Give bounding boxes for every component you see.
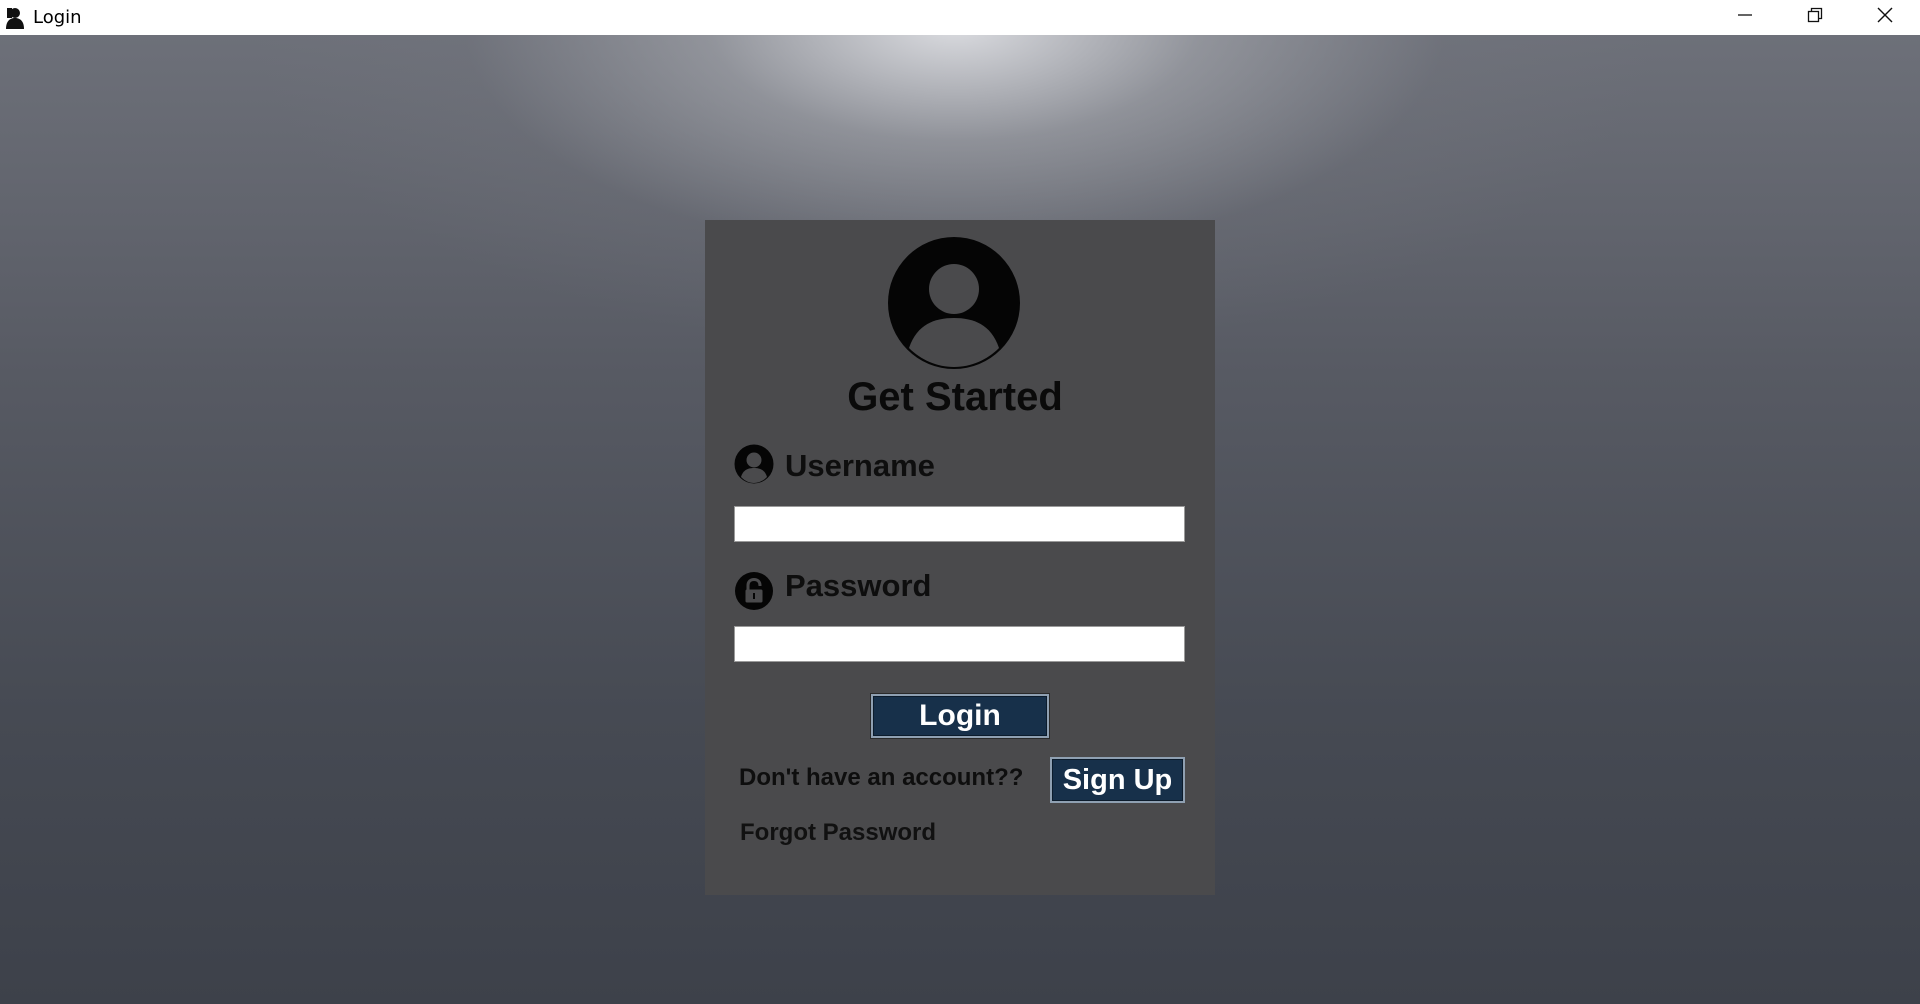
user-silhouette-icon	[4, 7, 26, 29]
login-button[interactable]: Login	[871, 694, 1049, 738]
close-icon	[1877, 7, 1893, 28]
window-controls	[1710, 0, 1920, 35]
forgot-password-link[interactable]: Forgot Password	[740, 819, 936, 847]
minimize-button[interactable]	[1710, 0, 1780, 35]
password-label: Password	[785, 568, 932, 603]
lock-icon	[734, 571, 774, 611]
user-icon	[734, 444, 774, 484]
restore-button[interactable]	[1780, 0, 1850, 35]
window-title: Login	[33, 7, 82, 28]
login-card: Get Started Username Password Login Don'…	[705, 220, 1215, 895]
minimize-icon	[1737, 7, 1753, 28]
page-title: Get Started	[847, 375, 1063, 419]
restore-icon	[1807, 7, 1823, 28]
title-bar: Login	[0, 0, 1920, 35]
username-field[interactable]	[734, 506, 1185, 542]
close-button[interactable]	[1850, 0, 1920, 35]
window-background: Get Started Username Password Login Don'…	[0, 35, 1920, 1004]
password-field[interactable]	[734, 626, 1185, 662]
username-label: Username	[785, 448, 935, 483]
no-account-text: Don't have an account??	[739, 764, 1024, 791]
sign-up-button[interactable]: Sign Up	[1050, 757, 1185, 803]
user-circle-icon	[887, 236, 1021, 370]
